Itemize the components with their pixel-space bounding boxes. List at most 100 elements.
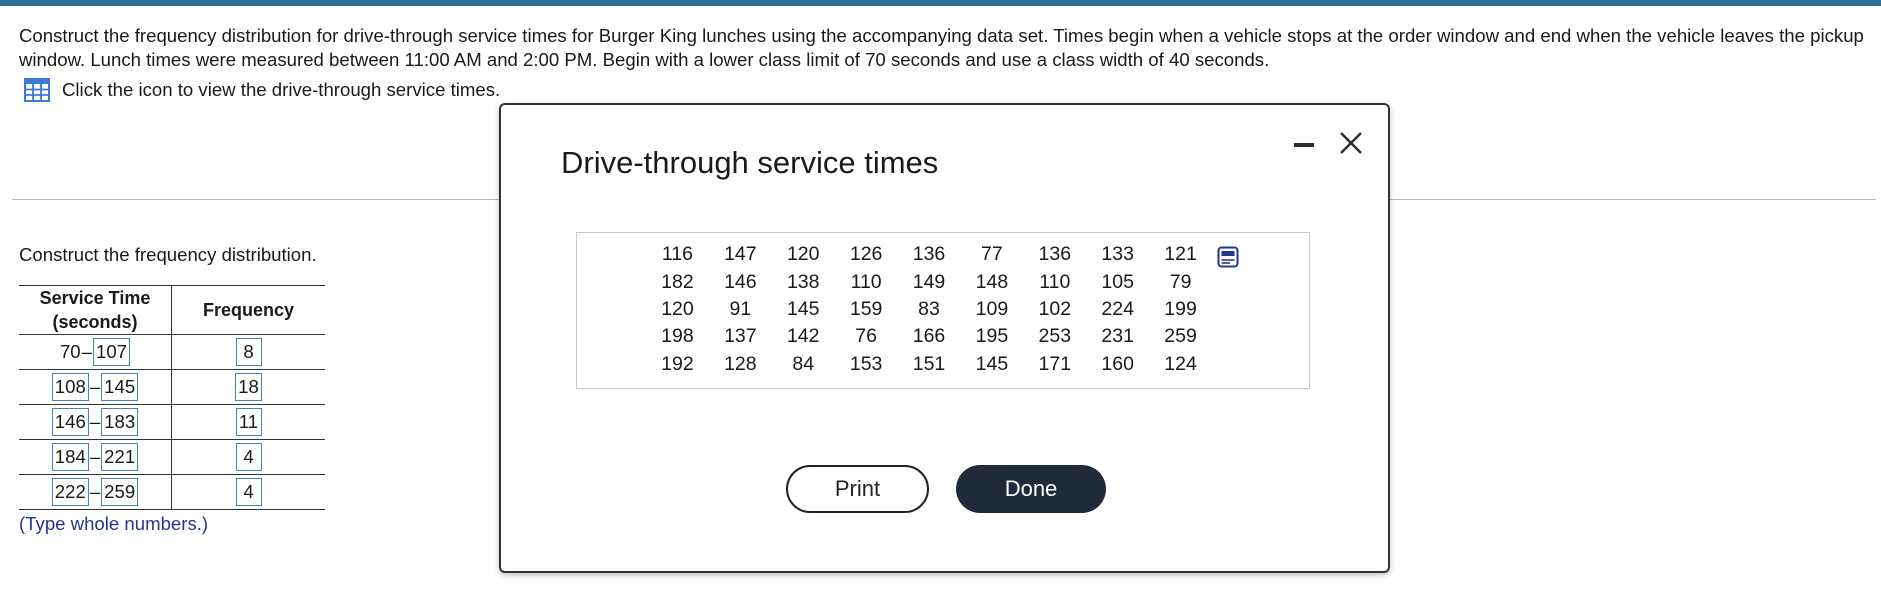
service-times-table: 116 147 120 126 136 77 136 133 121 182 146 138 110 14… (646, 241, 1212, 378)
frequency-input[interactable]: 4 (235, 443, 262, 471)
frequency-cell: 4 (171, 439, 325, 475)
service-times-panel: 116 147 120 126 136 77 136 133 121 182 146 138 110 14… (576, 232, 1310, 389)
time-value: 136 (912, 243, 946, 266)
upper-limit-input[interactable]: 259 (101, 478, 139, 506)
time-value: 137 (724, 325, 757, 348)
table-row: 222–259 4 (19, 474, 325, 510)
time-value: 128 (724, 352, 757, 375)
lower-limit-input[interactable]: 184 (51, 443, 89, 471)
lower-limit-input[interactable]: 222 (51, 478, 89, 506)
class-cell: 146–183 (19, 404, 172, 440)
lower-limit: 70 (59, 341, 81, 362)
time-value: 151 (912, 352, 946, 375)
time-value: 199 (1164, 297, 1197, 320)
time-value: 102 (1038, 297, 1072, 320)
class-cell: 222–259 (19, 474, 172, 510)
table-row: 70– 107 8 (19, 334, 325, 370)
frequency-cell: 4 (171, 474, 325, 510)
type-whole-numbers-note: (Type whole numbers.) (19, 513, 209, 534)
times-row: 182 146 138 110 149 148 110 105 79 (646, 268, 1212, 295)
time-value: 148 (975, 270, 1009, 293)
range-dash: – (89, 411, 101, 432)
view-data-hint[interactable]: Click the icon to view the drive-through… (24, 77, 500, 103)
class-cell: 108–145 (19, 369, 172, 405)
time-value: 126 (849, 243, 883, 266)
times-row: 198 137 142 76 166 195 253 231 259 (646, 323, 1212, 350)
lower-limit-input[interactable]: 108 (51, 373, 89, 401)
frequency-input[interactable]: 11 (235, 408, 262, 436)
time-value: 133 (1101, 243, 1134, 266)
time-value: 195 (975, 325, 1009, 348)
time-value: 76 (855, 325, 877, 348)
upper-limit-input[interactable]: 221 (101, 443, 139, 471)
range-dash: – (89, 481, 101, 502)
question-text: Construct the frequency distribution for… (19, 25, 1864, 70)
time-value: 91 (729, 297, 752, 320)
time-value: 116 (661, 243, 693, 266)
frequency-table-header: Service Time (seconds) Frequency (19, 285, 325, 335)
time-value: 224 (1101, 297, 1134, 320)
service-time-header: Service Time (seconds) (19, 285, 172, 335)
times-row: 116 147 120 126 136 77 136 133 121 (646, 241, 1212, 268)
time-value: 136 (1038, 243, 1072, 266)
frequency-input[interactable]: 4 (235, 478, 262, 506)
construct-instruction: Construct the frequency distribution. (19, 244, 317, 265)
time-value: 153 (849, 352, 883, 375)
frequency-header: Frequency (171, 285, 325, 335)
times-row: 192 128 84 153 151 145 171 160 124 (646, 351, 1212, 378)
time-value: 159 (849, 297, 883, 320)
time-value: 160 (1101, 352, 1134, 375)
time-value: 83 (918, 297, 940, 320)
range-dash: – (81, 341, 92, 362)
time-value: 142 (786, 325, 820, 348)
top-accent-bar (0, 0, 1881, 6)
close-icon[interactable] (1337, 129, 1365, 157)
times-row: 120 91 145 159 83 109 102 224 199 (646, 296, 1212, 323)
range-dash: – (89, 446, 101, 467)
print-button[interactable]: Print (786, 465, 929, 513)
done-button[interactable]: Done (956, 465, 1106, 513)
frequency-cell: 8 (171, 334, 325, 370)
modal-title: Drive-through service times (561, 145, 939, 180)
time-value: 79 (1169, 270, 1192, 293)
time-value: 145 (786, 297, 820, 320)
time-value: 77 (981, 243, 1003, 266)
table-row: 146–183 11 (19, 404, 325, 440)
table-row: 108–145 18 (19, 369, 325, 405)
upper-limit-input[interactable]: 183 (101, 408, 139, 436)
frequency-cell: 18 (171, 369, 325, 405)
time-value: 166 (912, 325, 946, 348)
time-value: 120 (661, 297, 694, 320)
time-value: 147 (724, 243, 757, 266)
class-cell: 184–221 (19, 439, 172, 475)
time-value: 84 (792, 352, 815, 375)
hint-text[interactable]: Click the icon to view the drive-through… (62, 79, 500, 101)
upper-limit-input[interactable]: 145 (101, 373, 139, 401)
time-value: 109 (975, 297, 1009, 320)
upper-limit-input[interactable]: 107 (93, 338, 131, 366)
time-value: 124 (1164, 352, 1197, 375)
minimize-icon[interactable] (1294, 140, 1314, 150)
time-value: 182 (661, 270, 694, 293)
frequency-table: Service Time (seconds) Frequency 70– 107 … (19, 285, 325, 510)
table-grid-icon[interactable] (24, 78, 50, 102)
lower-limit-input[interactable]: 146 (51, 408, 89, 436)
data-modal: Drive-through service times 116 147 120 126… (499, 103, 1390, 573)
time-value: 120 (786, 243, 820, 266)
time-value: 146 (724, 270, 757, 293)
time-value: 138 (786, 270, 820, 293)
time-value: 231 (1101, 325, 1134, 348)
class-cell: 70– 107 (19, 334, 172, 370)
range-dash: – (89, 376, 101, 397)
time-value: 105 (1101, 270, 1134, 293)
time-value: 149 (912, 270, 946, 293)
copy-data-icon[interactable] (1217, 246, 1239, 268)
time-value: 171 (1038, 352, 1072, 375)
table-row: 184–221 4 (19, 439, 325, 475)
frequency-input[interactable]: 18 (235, 373, 262, 401)
time-value: 198 (661, 325, 694, 348)
time-value: 253 (1038, 325, 1072, 348)
frequency-cell: 11 (171, 404, 325, 440)
time-value: 192 (661, 352, 694, 375)
frequency-input[interactable]: 8 (235, 338, 262, 366)
